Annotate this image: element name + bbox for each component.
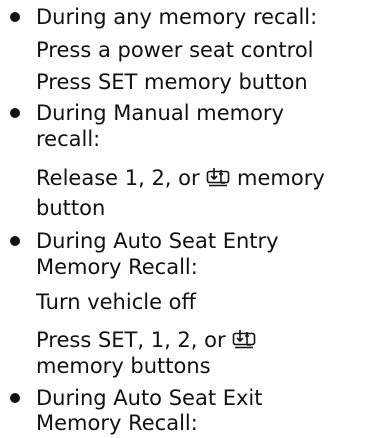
bullet-point [10, 236, 20, 246]
item-heading: During any memory recall: [36, 5, 318, 29]
bullet-point [10, 12, 20, 22]
item-step: Press SET memory button [36, 70, 308, 94]
step-text: Press SET, 1, 2, or [36, 328, 226, 352]
item-step: Press a power seat control [36, 38, 314, 62]
driver-seat-memory-icon [206, 167, 230, 187]
item-step: Turn vehicle off [36, 290, 196, 314]
item-heading: Memory Recall: [36, 411, 198, 435]
item-step: button [36, 196, 106, 220]
step-text: Release 1, 2, or [36, 166, 200, 190]
driver-seat-memory-icon [232, 329, 256, 349]
item-step: Release 1, 2, or memory [36, 163, 325, 193]
item-heading: recall: [36, 127, 101, 151]
bullet-point [10, 393, 20, 403]
bullet-point [10, 108, 20, 118]
item-step: memory buttons [36, 354, 211, 378]
item-heading: Memory Recall: [36, 255, 198, 279]
step-text: memory [237, 166, 325, 190]
